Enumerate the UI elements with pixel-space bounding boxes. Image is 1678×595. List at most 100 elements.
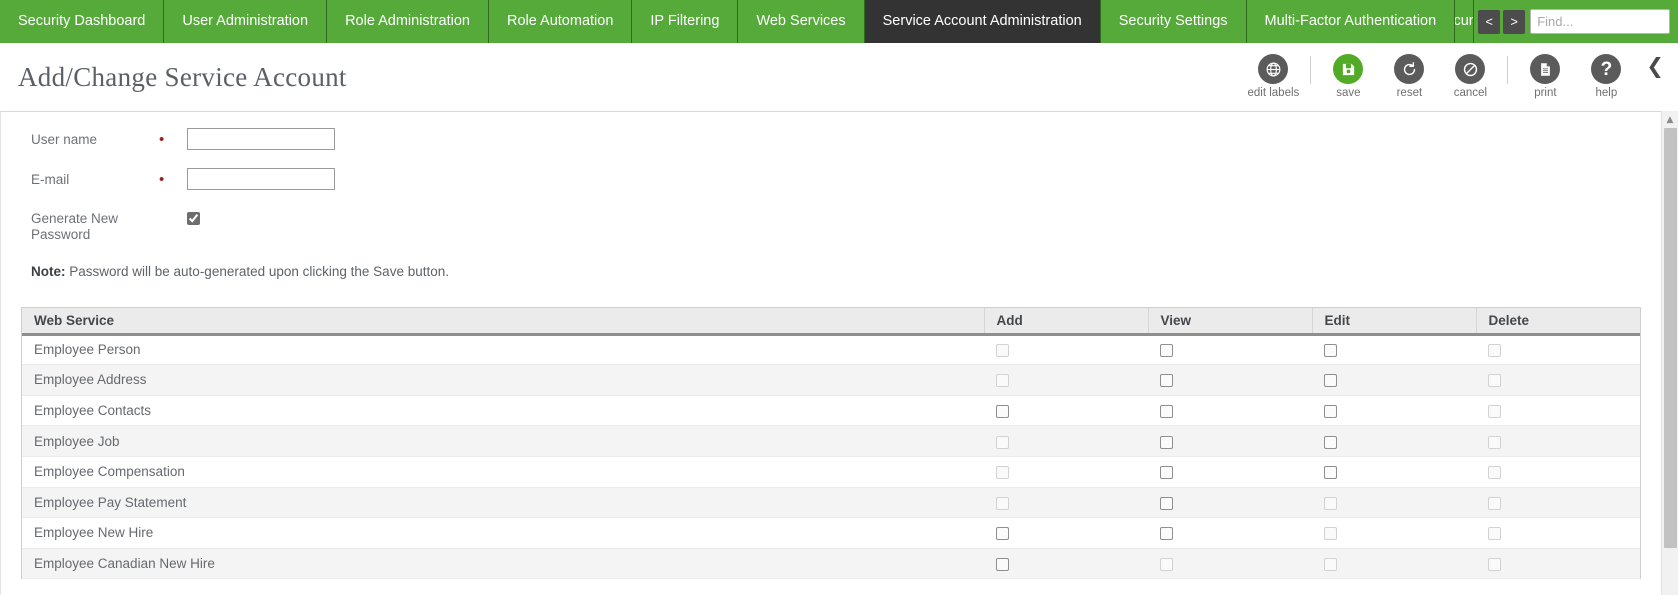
add-checkbox[interactable] <box>996 436 1009 449</box>
scroll-up-arrow-icon[interactable]: ▲ <box>1662 111 1678 128</box>
print-document-icon <box>1530 54 1560 84</box>
action-toolbar: edit labels save <box>1247 54 1664 100</box>
edit-checkbox[interactable] <box>1324 405 1337 418</box>
view-checkbox[interactable] <box>1160 527 1173 540</box>
permission-cell-view <box>1148 487 1312 518</box>
scrollbar-thumb[interactable] <box>1664 128 1677 548</box>
column-header-edit[interactable]: Edit <box>1312 308 1476 334</box>
save-button[interactable]: save <box>1322 54 1374 100</box>
add-checkbox[interactable] <box>996 527 1009 540</box>
delete-checkbox[interactable] <box>1488 558 1501 571</box>
delete-checkbox[interactable] <box>1488 497 1501 510</box>
nav-tab-security-notifications[interactable]: Security No <box>1455 0 1474 43</box>
tool-group-labels: edit labels <box>1247 54 1299 100</box>
form-row-username: User name • <box>31 128 1661 159</box>
find-input[interactable] <box>1530 9 1670 34</box>
help-label: help <box>1596 88 1618 100</box>
nav-tab-service-account-administration[interactable]: Service Account Administration <box>865 0 1101 43</box>
delete-checkbox[interactable] <box>1488 527 1501 540</box>
nav-tab-label: Security Settings <box>1119 14 1228 29</box>
nav-tab-user-administration[interactable]: User Administration <box>164 0 327 43</box>
column-header-view[interactable]: View <box>1148 308 1312 334</box>
table-body: Employee PersonEmployee AddressEmployee … <box>22 334 1640 579</box>
nav-tab-role-administration[interactable]: Role Administration <box>327 0 489 43</box>
main-content-panel: User name • E-mail • Generate New Passwo… <box>0 111 1661 595</box>
permission-cell-delete <box>1476 334 1640 365</box>
username-input[interactable] <box>187 128 335 150</box>
edit-checkbox[interactable] <box>1324 497 1337 510</box>
delete-checkbox[interactable] <box>1488 405 1501 418</box>
find-container <box>1530 0 1678 43</box>
view-checkbox[interactable] <box>1160 466 1173 479</box>
nav-tab-role-automation[interactable]: Role Automation <box>489 0 632 43</box>
permission-cell-add <box>984 487 1148 518</box>
column-header-add[interactable]: Add <box>984 308 1148 334</box>
toolbar-divider-2 <box>1507 56 1508 84</box>
delete-checkbox[interactable] <box>1488 374 1501 387</box>
table-row: Employee New Hire <box>22 518 1640 549</box>
delete-checkbox[interactable] <box>1488 436 1501 449</box>
edit-checkbox[interactable] <box>1324 527 1337 540</box>
email-input[interactable] <box>187 168 335 190</box>
nav-tab-ip-filtering[interactable]: IP Filtering <box>632 0 738 43</box>
edit-checkbox[interactable] <box>1324 436 1337 449</box>
add-checkbox[interactable] <box>996 344 1009 357</box>
nav-prev-arrow-icon[interactable]: < <box>1478 10 1500 34</box>
nav-tab-web-services[interactable]: Web Services <box>738 0 864 43</box>
permission-cell-edit <box>1312 395 1476 426</box>
edit-checkbox[interactable] <box>1324 344 1337 357</box>
vertical-scrollbar[interactable]: ▲ <box>1661 111 1678 595</box>
column-header-web-service[interactable]: Web Service <box>22 308 984 334</box>
edit-labels-button[interactable]: edit labels <box>1247 54 1299 100</box>
print-button[interactable]: print <box>1519 54 1571 100</box>
table-row: Employee Address <box>22 365 1640 396</box>
view-checkbox[interactable] <box>1160 436 1173 449</box>
view-checkbox[interactable] <box>1160 344 1173 357</box>
nav-tab-multi-factor-authentication[interactable]: Multi-Factor Authentication <box>1247 0 1456 43</box>
table-row: Employee Compensation <box>22 456 1640 487</box>
content-wrapper: User name • E-mail • Generate New Passwo… <box>0 111 1678 595</box>
generate-password-checkbox[interactable] <box>187 212 200 225</box>
delete-checkbox[interactable] <box>1488 344 1501 357</box>
add-checkbox[interactable] <box>996 374 1009 387</box>
table-row: Employee Contacts <box>22 395 1640 426</box>
add-checkbox[interactable] <box>996 405 1009 418</box>
cancel-label: cancel <box>1454 88 1487 100</box>
permission-cell-delete <box>1476 548 1640 579</box>
reset-button[interactable]: reset <box>1383 54 1435 100</box>
form-row-generate-password: Generate New Password <box>31 207 1661 242</box>
add-checkbox[interactable] <box>996 558 1009 571</box>
nav-tab-label: Role Administration <box>345 14 470 29</box>
view-checkbox[interactable] <box>1160 374 1173 387</box>
permission-cell-view <box>1148 334 1312 365</box>
edit-checkbox[interactable] <box>1324 558 1337 571</box>
permission-cell-delete <box>1476 487 1640 518</box>
permission-cell-edit <box>1312 487 1476 518</box>
edit-checkbox[interactable] <box>1324 374 1337 387</box>
permission-cell-delete <box>1476 518 1640 549</box>
web-service-name-cell: Employee Contacts <box>22 395 984 426</box>
add-checkbox[interactable] <box>996 466 1009 479</box>
view-checkbox[interactable] <box>1160 558 1173 571</box>
view-checkbox[interactable] <box>1160 497 1173 510</box>
column-header-delete[interactable]: Delete <box>1476 308 1640 334</box>
nav-tab-security-dashboard[interactable]: Security Dashboard <box>0 0 164 43</box>
cancel-button[interactable]: cancel <box>1444 54 1496 100</box>
edit-checkbox[interactable] <box>1324 466 1337 479</box>
nav-tab-label: Security Dashboard <box>18 14 145 29</box>
chevron-left-icon[interactable]: ❮ <box>1646 56 1664 77</box>
globe-icon <box>1258 54 1288 84</box>
nav-tab-security-settings[interactable]: Security Settings <box>1101 0 1247 43</box>
permission-cell-edit <box>1312 456 1476 487</box>
note-text: Password will be auto-generated upon cli… <box>66 264 449 279</box>
view-checkbox[interactable] <box>1160 405 1173 418</box>
page-header: Add/Change Service Account edit labels <box>0 43 1678 111</box>
web-service-permissions-table: Web Service Add View Edit Delete Employe… <box>21 307 1641 579</box>
permission-cell-view <box>1148 456 1312 487</box>
permission-cell-delete <box>1476 426 1640 457</box>
username-label: User name <box>31 128 159 148</box>
nav-next-arrow-icon[interactable]: > <box>1503 10 1525 34</box>
add-checkbox[interactable] <box>996 497 1009 510</box>
help-button[interactable]: ? help <box>1580 54 1632 100</box>
delete-checkbox[interactable] <box>1488 466 1501 479</box>
